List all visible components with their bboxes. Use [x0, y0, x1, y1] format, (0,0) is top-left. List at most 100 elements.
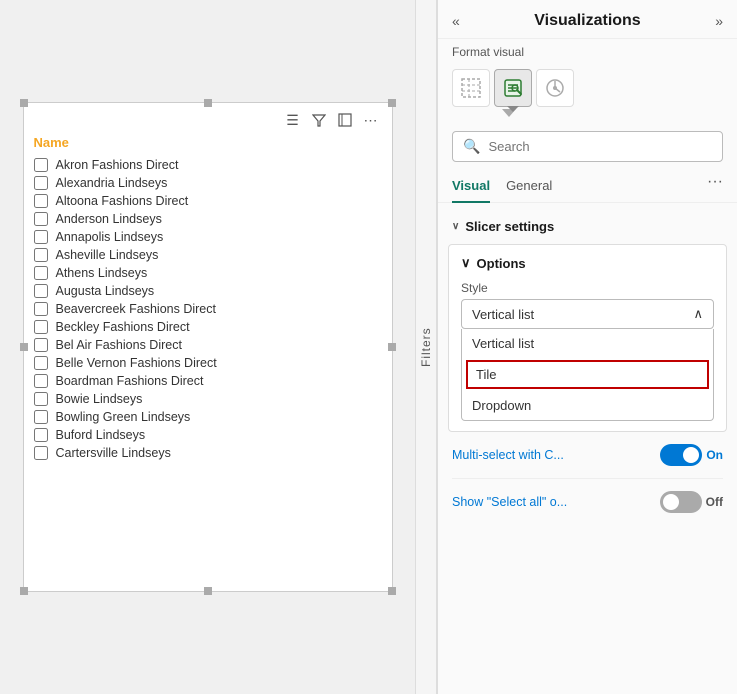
list-item[interactable]: Boardman Fashions Direct: [32, 372, 380, 390]
viz-icon-format[interactable]: [494, 69, 532, 107]
dropdown-selected-value: Vertical list: [472, 307, 534, 322]
tab-more[interactable]: ···: [707, 173, 723, 199]
toggle-multiselect-knob: [683, 447, 699, 463]
slicer-list[interactable]: Akron Fashions Direct Alexandria Lindseys…: [32, 156, 384, 576]
list-item-checkbox[interactable]: [34, 428, 48, 442]
style-dropdown[interactable]: Vertical list ∧: [461, 299, 714, 329]
list-item[interactable]: Beckley Fashions Direct: [32, 318, 380, 336]
list-item-label: Belle Vernon Fashions Direct: [56, 356, 217, 370]
toggle-row-multiselect: Multi-select with C... On: [438, 436, 737, 474]
list-item-label: Athens Lindseys: [56, 266, 148, 280]
list-item[interactable]: Anderson Lindseys: [32, 210, 380, 228]
tab-visual[interactable]: Visual: [452, 170, 490, 203]
list-item-checkbox[interactable]: [34, 176, 48, 190]
hamburger-icon[interactable]: ☰: [284, 111, 302, 129]
visualizations-title: Visualizations: [534, 12, 640, 30]
viz-icons-row: [438, 65, 737, 107]
list-item[interactable]: Bowling Green Lindseys: [32, 408, 380, 426]
list-item[interactable]: Belle Vernon Fashions Direct: [32, 354, 380, 372]
dropdown-option-tile[interactable]: Tile: [466, 360, 709, 389]
slicer-settings-label: Slicer settings: [465, 219, 554, 234]
list-item-checkbox[interactable]: [34, 266, 48, 280]
list-item[interactable]: Altoona Fashions Direct: [32, 192, 380, 210]
chevron-down-icon: ∨: [452, 221, 459, 232]
toggle-multiselect-pill[interactable]: [660, 444, 702, 466]
list-item-label: Alexandria Lindseys: [56, 176, 168, 190]
search-box[interactable]: 🔍: [452, 131, 723, 162]
filter-icon[interactable]: [310, 111, 328, 129]
list-item-label: Altoona Fashions Direct: [56, 194, 189, 208]
list-item-checkbox[interactable]: [34, 446, 48, 460]
list-item-checkbox[interactable]: [34, 284, 48, 298]
handle-tr[interactable]: [388, 99, 396, 107]
handle-tm[interactable]: [204, 99, 212, 107]
list-item[interactable]: Cartersville Lindseys: [32, 444, 380, 462]
toggle-selectall-knob: [663, 494, 679, 510]
expand-icon[interactable]: [336, 111, 354, 129]
list-item-checkbox[interactable]: [34, 392, 48, 406]
list-item[interactable]: Augusta Lindseys: [32, 282, 380, 300]
options-header[interactable]: ∨ Options: [461, 255, 714, 271]
list-item-label: Asheville Lindseys: [56, 248, 159, 262]
slicer-settings-header[interactable]: ∨ Slicer settings: [438, 213, 737, 240]
search-input[interactable]: [488, 139, 712, 154]
tab-general[interactable]: General: [506, 170, 552, 203]
handle-bl[interactable]: [20, 587, 28, 595]
list-item[interactable]: Beavercreek Fashions Direct: [32, 300, 380, 318]
list-item-checkbox[interactable]: [34, 356, 48, 370]
list-item[interactable]: Akron Fashions Direct: [32, 156, 380, 174]
list-item[interactable]: Alexandria Lindseys: [32, 174, 380, 192]
slicer-toolbar: ☰ ⋯: [32, 111, 384, 129]
handle-bm[interactable]: [204, 587, 212, 595]
handle-rm[interactable]: [388, 343, 396, 351]
list-item-checkbox[interactable]: [34, 320, 48, 334]
toggle-selectall-pill[interactable]: [660, 491, 702, 513]
right-header: « Visualizations »: [438, 0, 737, 39]
options-label: Options: [477, 256, 526, 271]
list-item-checkbox[interactable]: [34, 248, 48, 262]
list-item-label: Anderson Lindseys: [56, 212, 162, 226]
list-item[interactable]: Bowie Lindseys: [32, 390, 380, 408]
handle-tl[interactable]: [20, 99, 28, 107]
list-item-label: Annapolis Lindseys: [56, 230, 164, 244]
dropdown-menu: Vertical list Tile Dropdown: [461, 329, 714, 421]
dropdown-option-vertical[interactable]: Vertical list: [462, 329, 713, 358]
list-item-checkbox[interactable]: [34, 194, 48, 208]
forward-arrow[interactable]: »: [715, 13, 723, 29]
list-item-label: Beavercreek Fashions Direct: [56, 302, 216, 316]
style-label: Style: [461, 281, 714, 295]
toggle-multiselect-label: Multi-select with C...: [452, 448, 564, 462]
filters-tab[interactable]: Filters: [415, 0, 437, 694]
toggle-multiselect-switch[interactable]: On: [660, 444, 723, 466]
list-item[interactable]: Athens Lindseys: [32, 264, 380, 282]
list-item[interactable]: Bel Air Fashions Direct: [32, 336, 380, 354]
right-panel: « Visualizations » Format visual: [437, 0, 737, 694]
viz-icon-analytics[interactable]: [536, 69, 574, 107]
list-item-checkbox[interactable]: [34, 230, 48, 244]
list-item-checkbox[interactable]: [34, 410, 48, 424]
toggle-row-selectall: Show "Select all" o... Off: [438, 483, 737, 521]
list-item-label: Boardman Fashions Direct: [56, 374, 204, 388]
dropdown-option-dropdown[interactable]: Dropdown: [462, 391, 713, 420]
viz-icon-table[interactable]: [452, 69, 490, 107]
list-item[interactable]: Annapolis Lindseys: [32, 228, 380, 246]
list-item-checkbox[interactable]: [34, 374, 48, 388]
search-icon: 🔍: [463, 138, 480, 155]
toggle-selectall-switch[interactable]: Off: [660, 491, 723, 513]
more-options-icon[interactable]: ⋯: [362, 111, 380, 129]
list-item[interactable]: Asheville Lindseys: [32, 246, 380, 264]
list-item-label: Beckley Fashions Direct: [56, 320, 190, 334]
divider: [452, 478, 723, 479]
list-item[interactable]: Buford Lindseys: [32, 426, 380, 444]
chevron-down-icon-options: ∨: [461, 255, 471, 271]
list-item-checkbox[interactable]: [34, 302, 48, 316]
list-item-checkbox[interactable]: [34, 338, 48, 352]
handle-br[interactable]: [388, 587, 396, 595]
list-item-label: Buford Lindseys: [56, 428, 146, 442]
tabs-row: Visual General ···: [438, 170, 737, 203]
list-item-checkbox[interactable]: [34, 212, 48, 226]
list-item-checkbox[interactable]: [34, 158, 48, 172]
back-arrow[interactable]: «: [452, 13, 460, 29]
slicer-title: Name: [32, 135, 384, 150]
handle-lm[interactable]: [20, 343, 28, 351]
